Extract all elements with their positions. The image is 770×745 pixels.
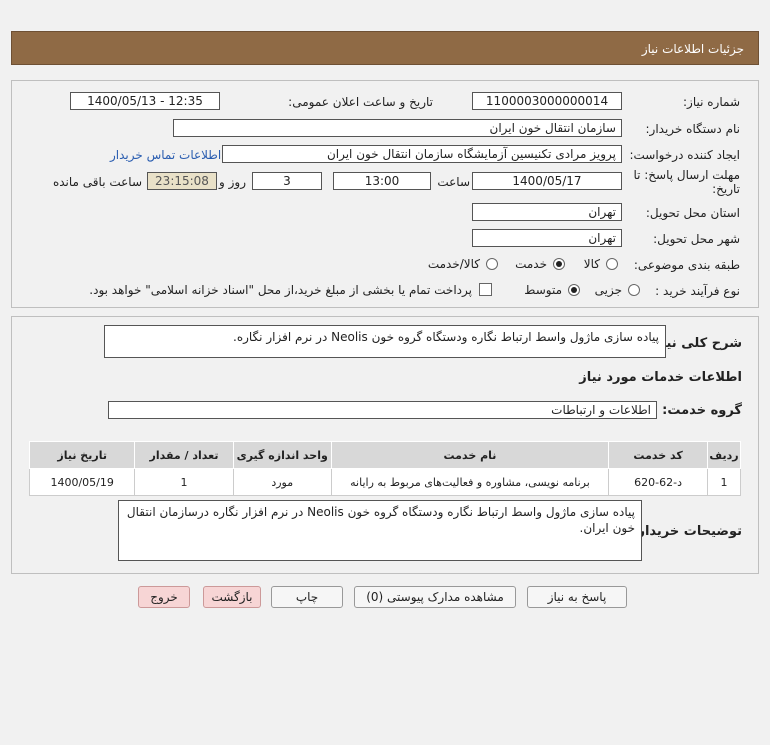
remaining-label: ساعت باقی مانده bbox=[52, 175, 142, 189]
page-title: جزئیات اطلاعات نیاز bbox=[641, 42, 744, 56]
purchase-type-label: نوع فرآیند خرید : bbox=[655, 284, 740, 298]
category-option-goods-service: کالا/خدمت bbox=[427, 257, 480, 271]
category-radio-goods-service[interactable] bbox=[486, 258, 498, 270]
cell-row: 1 bbox=[707, 468, 741, 496]
col-unit: واحد اندازه گیری bbox=[232, 441, 332, 469]
reply-button[interactable]: پاسخ به نیاز bbox=[527, 586, 627, 608]
deadline-label-1: مهلت ارسال پاسخ: تا bbox=[633, 168, 740, 182]
category-label: طبقه بندی موضوعی: bbox=[633, 258, 740, 272]
col-need-date: تاریخ نیاز bbox=[28, 441, 136, 469]
table-row: 1 د-62-620 برنامه نویسی، مشاوره و فعالیت… bbox=[28, 468, 741, 496]
buyer-contact-link[interactable]: اطلاعات تماس خریدار bbox=[110, 148, 221, 162]
exit-button[interactable]: خروج bbox=[138, 586, 190, 608]
days-label: روز و bbox=[219, 175, 246, 189]
category-radio-service[interactable] bbox=[553, 258, 565, 270]
back-button[interactable]: بازگشت bbox=[203, 586, 261, 608]
delivery-province-field: تهران bbox=[472, 203, 622, 221]
attachments-button[interactable]: مشاهده مدارک پیوستی (0) bbox=[354, 586, 516, 608]
delivery-city-label: شهر محل تحویل: bbox=[653, 232, 740, 246]
days-field: 3 bbox=[252, 172, 322, 190]
cell-service-name: برنامه نویسی، مشاوره و فعالیت‌های مربوط … bbox=[330, 468, 610, 496]
treasury-payment-note: پرداخت تمام یا بخشی از مبلغ خرید،از محل … bbox=[89, 283, 472, 297]
remaining-time-field: 23:15:08 bbox=[147, 172, 217, 190]
deadline-date-field: 1400/05/17 bbox=[472, 172, 622, 190]
delivery-city-field: تهران bbox=[472, 229, 622, 247]
services-table: ردیف کد خدمت نام خدمت واحد اندازه گیری ت… bbox=[28, 441, 741, 496]
purchase-radio-medium[interactable] bbox=[568, 284, 580, 296]
deadline-time-field: 13:00 bbox=[333, 172, 431, 190]
buyer-org-field: سازمان انتقال خون ایران bbox=[173, 119, 622, 137]
buyer-notes-label: توضیحات خریدار: bbox=[632, 524, 742, 539]
buyer-org-label: نام دستگاه خریدار: bbox=[645, 122, 741, 136]
need-number-label: شماره نیاز: bbox=[683, 95, 740, 109]
creator-label: ایجاد کننده درخواست: bbox=[629, 148, 740, 162]
cell-quantity: 1 bbox=[134, 468, 234, 496]
deadline-label-2: تاریخ: bbox=[712, 182, 740, 196]
purchase-radio-minor[interactable] bbox=[628, 284, 640, 296]
cell-unit: مورد bbox=[232, 468, 332, 496]
print-button[interactable]: چاپ bbox=[271, 586, 343, 608]
col-service-name: نام خدمت bbox=[330, 441, 610, 469]
col-service-code: کد خدمت bbox=[608, 441, 709, 469]
details-panel bbox=[11, 80, 759, 308]
announce-label: تاریخ و ساعت اعلان عمومی: bbox=[288, 95, 433, 109]
category-option-goods: کالا bbox=[583, 257, 600, 271]
creator-field: پرویز مرادی تکنیسین آزمایشگاه سازمان انت… bbox=[222, 145, 622, 163]
cell-need-date: 1400/05/19 bbox=[28, 468, 136, 496]
announce-field: 1400/05/13 - 12:35 bbox=[70, 92, 220, 110]
purchase-option-medium: متوسط bbox=[524, 283, 562, 297]
summary-text: پیاده سازی ماژول واسط ارتباط نگاره ودستگ… bbox=[104, 325, 666, 358]
page-header: جزئیات اطلاعات نیاز bbox=[11, 31, 759, 65]
treasury-payment-checkbox[interactable] bbox=[479, 283, 492, 296]
need-number-field: 1100003000000014 bbox=[472, 92, 622, 110]
deadline-time-label: ساعت bbox=[437, 175, 470, 189]
service-group-field: اطلاعات و ارتباطات bbox=[108, 401, 657, 419]
service-group-label: گروه خدمت: bbox=[662, 403, 742, 418]
services-section-title: اطلاعات خدمات مورد نیاز bbox=[579, 370, 742, 385]
delivery-province-label: استان محل تحویل: bbox=[645, 206, 740, 220]
services-table-header: ردیف کد خدمت نام خدمت واحد اندازه گیری ت… bbox=[28, 441, 741, 469]
buyer-notes-text: پیاده سازی ماژول واسط ارتباط نگاره ودستگ… bbox=[118, 500, 642, 561]
category-option-service: خدمت bbox=[515, 257, 547, 271]
col-quantity: تعداد / مقدار bbox=[134, 441, 234, 469]
cell-service-code: د-62-620 bbox=[608, 468, 709, 496]
category-radio-goods[interactable] bbox=[606, 258, 618, 270]
col-row: ردیف bbox=[707, 441, 741, 469]
purchase-option-minor: جزیی bbox=[594, 283, 622, 297]
